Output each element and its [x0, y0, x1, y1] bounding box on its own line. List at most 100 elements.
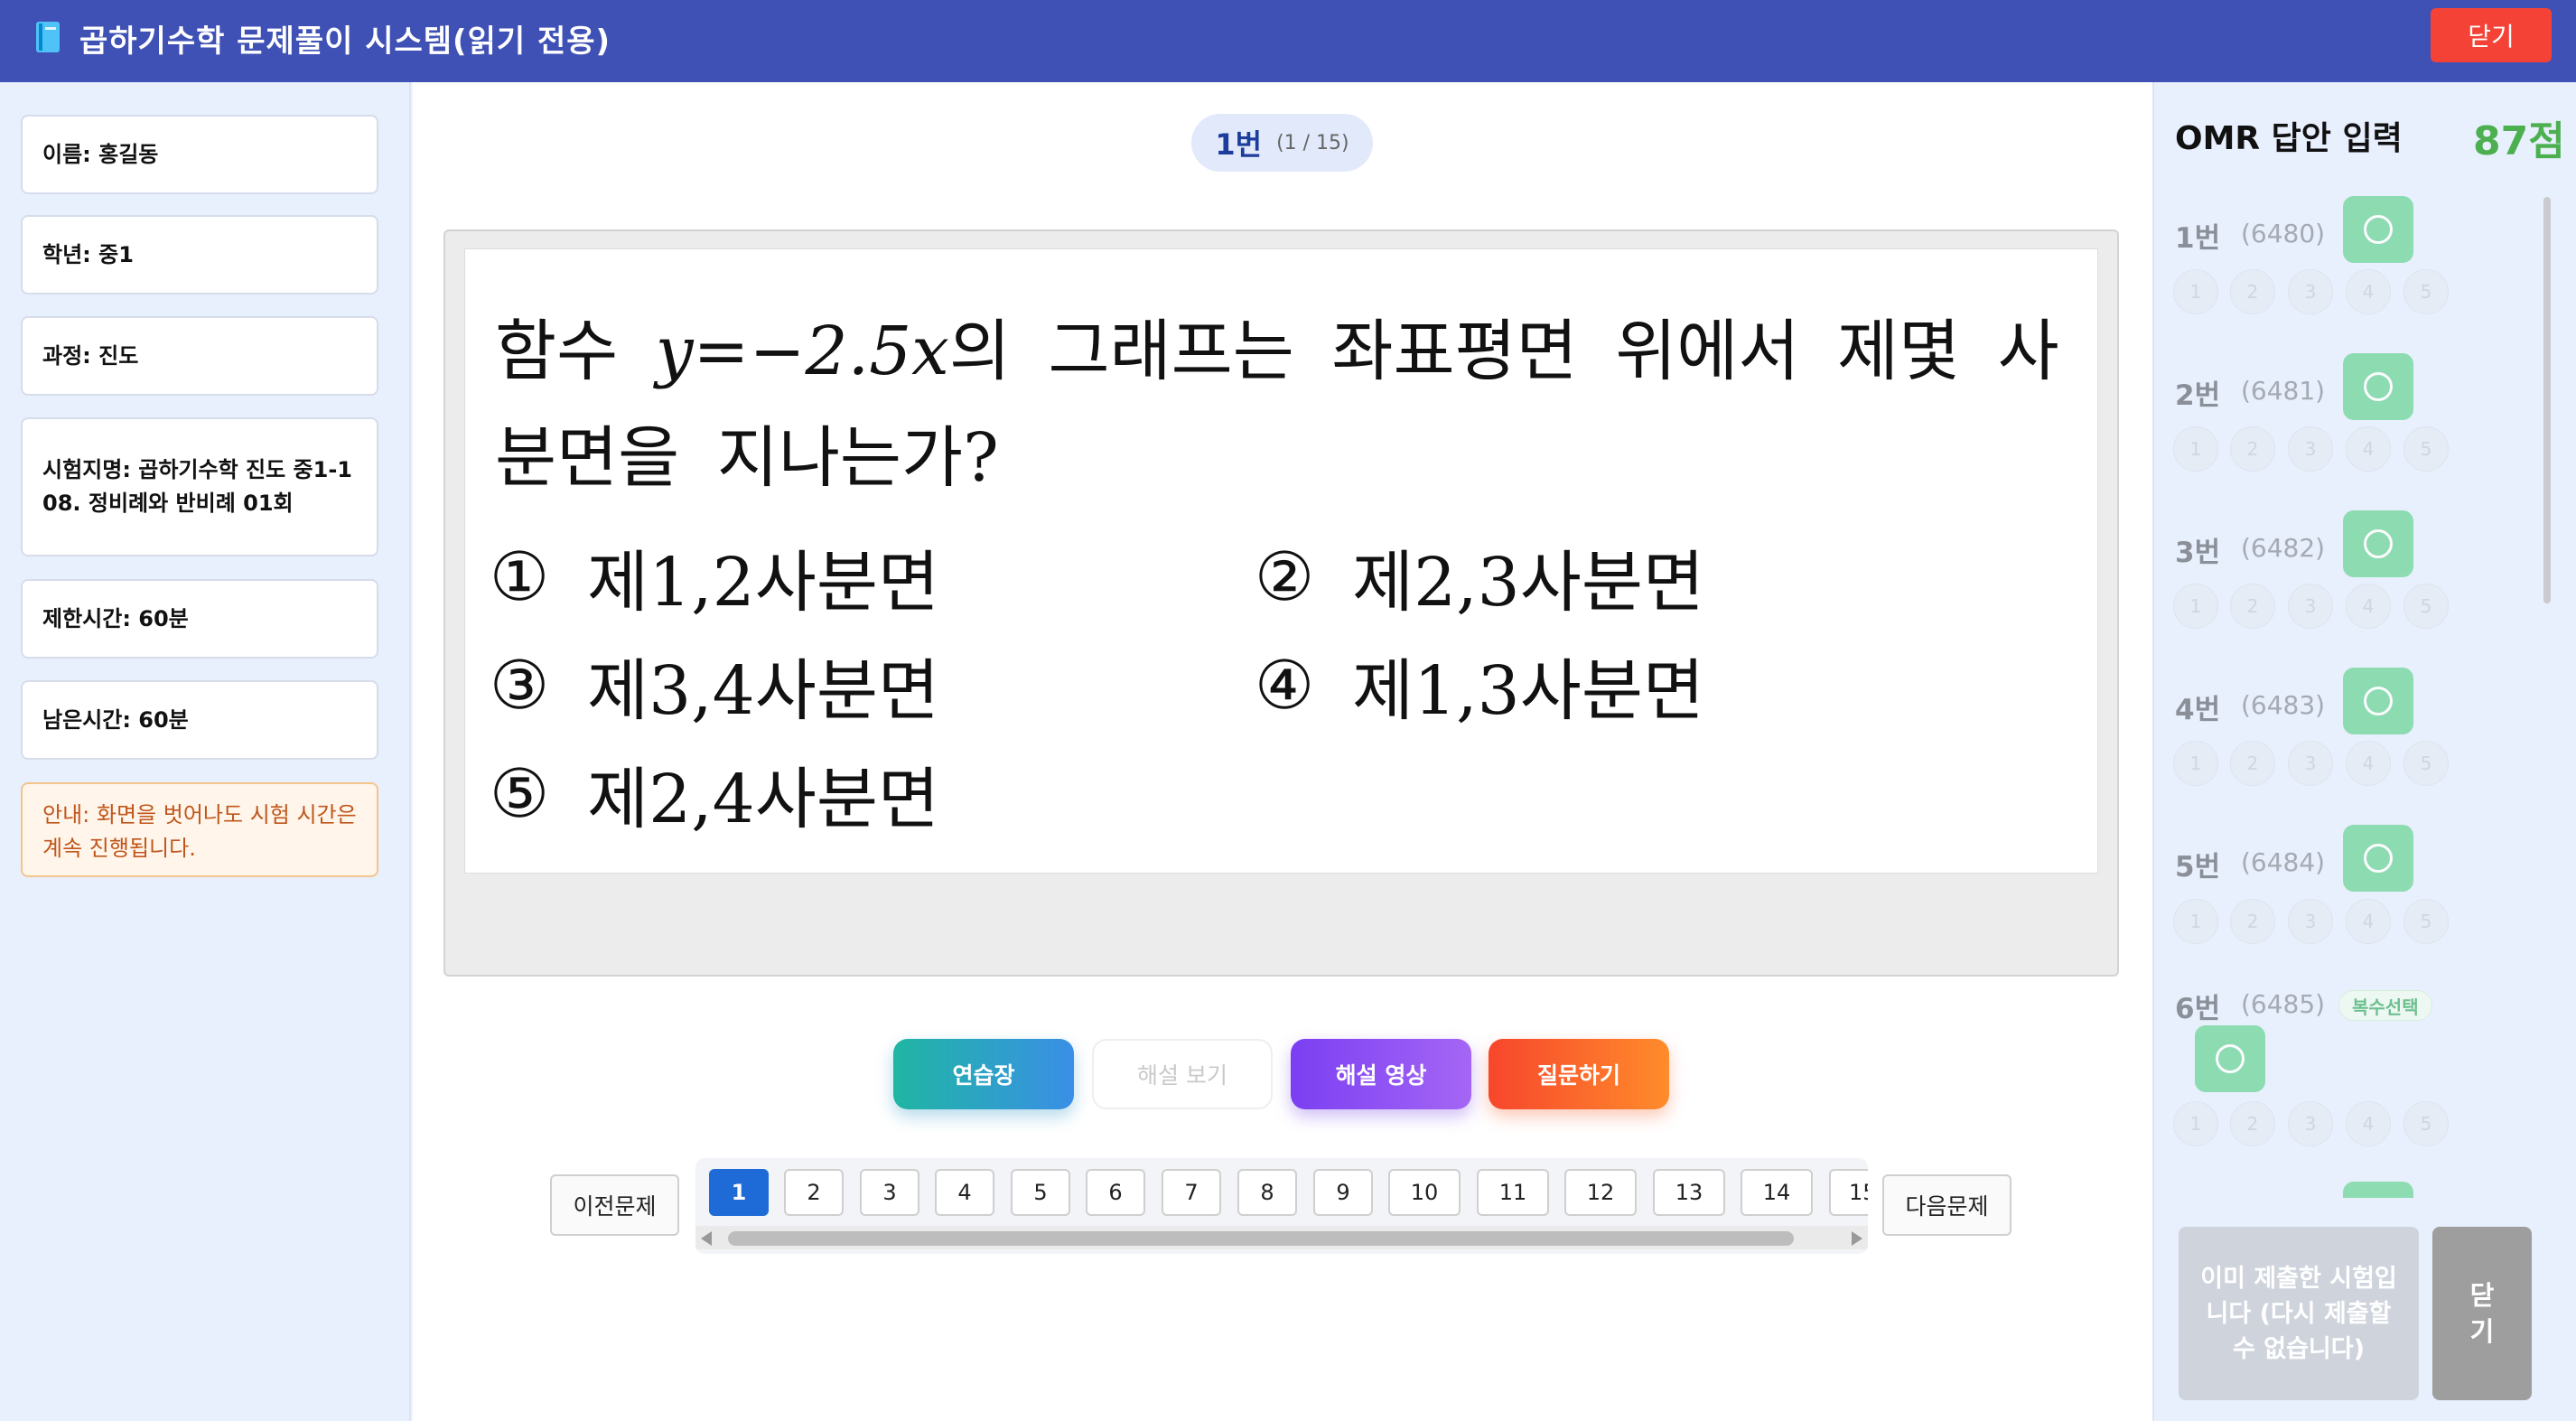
omr-score: 87점: [2473, 118, 2565, 164]
omr-q1-bubble-1[interactable]: 1: [2173, 269, 2218, 314]
choice-2-mark: ②: [1254, 538, 1315, 616]
choice-2: ② 제2,3사분면: [1253, 528, 1704, 625]
omr-q4-bubble-4[interactable]: 4: [2346, 741, 2391, 786]
omr-q6-bubble-5[interactable]: 5: [2403, 1101, 2449, 1146]
page-button-3[interactable]: 3: [860, 1169, 919, 1216]
omr-q6-bubble-2[interactable]: 2: [2230, 1101, 2275, 1146]
omr-q5-bubble-4[interactable]: 4: [2346, 899, 2391, 944]
omr-q2-bubble-2[interactable]: 2: [2230, 426, 2275, 472]
omr-q4-bubble-1[interactable]: 1: [2173, 741, 2218, 786]
omr-q2-bubble-3[interactable]: 3: [2288, 426, 2333, 472]
practice-button[interactable]: 연습장: [893, 1039, 1074, 1109]
omr-q6-bubble-3[interactable]: 3: [2288, 1101, 2333, 1146]
omr-q3-code: (6482): [2241, 533, 2326, 563]
prev-question-button[interactable]: 이전문제: [550, 1174, 679, 1236]
omr-q4-bubble-2[interactable]: 2: [2230, 741, 2275, 786]
exam-name: 시험지명: 곱하기수학 진도 중1-1 08. 정비례와 반비례 01회: [21, 417, 378, 556]
choice-5-text: 제2,4사분면: [587, 761, 940, 838]
pager-scroll-thumb[interactable]: [728, 1231, 1794, 1246]
scroll-right-icon[interactable]: [1852, 1231, 1862, 1246]
omr-q6-answer[interactable]: [2195, 1025, 2265, 1092]
multi-select-badge: 복수선택: [2338, 990, 2432, 1021]
omr-close-button[interactable]: 닫기: [2432, 1227, 2532, 1400]
page-button-11[interactable]: 11: [1477, 1169, 1549, 1216]
answer-ring-icon: [2364, 529, 2393, 558]
already-submitted-button[interactable]: 이미 제출한 시험입니다 (다시 제출할 수 없습니다): [2179, 1227, 2419, 1400]
page-button-9[interactable]: 9: [1313, 1169, 1373, 1216]
omr-q4-code: (6483): [2241, 690, 2326, 720]
omr-q2-bubble-5[interactable]: 5: [2403, 426, 2449, 472]
omr-q4-answer[interactable]: [2343, 668, 2413, 734]
student-grade: 학년: 중1: [21, 215, 378, 294]
header-close-button[interactable]: 닫기: [2431, 8, 2552, 62]
omr-q5-bubble-3[interactable]: 3: [2288, 899, 2333, 944]
page-button-6[interactable]: 6: [1086, 1169, 1145, 1216]
answer-ring-icon: [2364, 687, 2393, 715]
omr-title: OMR 답안 입력: [2175, 120, 2403, 157]
omr-q5-bubble-2[interactable]: 2: [2230, 899, 2275, 944]
answer-ring-icon: [2364, 844, 2393, 873]
page-button-10[interactable]: 10: [1388, 1169, 1461, 1216]
pager-scrollbar[interactable]: [695, 1226, 1868, 1249]
page-button-7[interactable]: 7: [1162, 1169, 1221, 1216]
omr-q2-bubble-1[interactable]: 1: [2173, 426, 2218, 472]
scroll-left-icon[interactable]: [701, 1231, 712, 1246]
choice-4-text: 제1,3사분면: [1352, 652, 1705, 730]
question-progress: (1 / 15): [1276, 131, 1349, 154]
omr-q3-bubble-3[interactable]: 3: [2288, 584, 2333, 629]
omr-q2-bubble-4[interactable]: 4: [2346, 426, 2391, 472]
choice-1-text: 제1,2사분면: [587, 544, 940, 622]
choice-5-mark: ⑤: [489, 754, 550, 833]
omr-q1-bubble-2[interactable]: 2: [2230, 269, 2275, 314]
omr-q1-bubble-3[interactable]: 3: [2288, 269, 2333, 314]
omr-q3-bubble-4[interactable]: 4: [2346, 584, 2391, 629]
omr-scrollbar[interactable]: [2543, 197, 2551, 603]
question-pager: 1 2 3 4 5 6 7 8 9 10 11 12 13 14 15: [695, 1158, 1868, 1254]
omr-q3-bubble-1[interactable]: 1: [2173, 584, 2218, 629]
omr-q5-bubble-5[interactable]: 5: [2403, 899, 2449, 944]
omr-q4-bubble-5[interactable]: 5: [2403, 741, 2449, 786]
course: 과정: 진도: [21, 316, 378, 396]
next-question-button[interactable]: 다음문제: [1882, 1174, 2011, 1236]
omr-q3-label: 3번: [2175, 537, 2221, 569]
omr-q4-bubble-3[interactable]: 3: [2288, 741, 2333, 786]
page-button-2[interactable]: 2: [784, 1169, 844, 1216]
page-button-13[interactable]: 13: [1653, 1169, 1725, 1216]
ask-question-button[interactable]: 질문하기: [1489, 1039, 1669, 1109]
omr-q1-answer[interactable]: [2343, 196, 2413, 263]
choice-4-mark: ④: [1254, 646, 1315, 725]
omr-q3-bubble-5[interactable]: 5: [2403, 584, 2449, 629]
page-button-4[interactable]: 4: [935, 1169, 994, 1216]
page-button-12[interactable]: 12: [1564, 1169, 1637, 1216]
page-button-14[interactable]: 14: [1741, 1169, 1813, 1216]
view-solution-button[interactable]: 해설 보기: [1092, 1039, 1273, 1109]
omr-q3-bubble-2[interactable]: 2: [2230, 584, 2275, 629]
book-icon: [36, 22, 60, 52]
time-remaining: 남은시간: 60분: [21, 680, 378, 760]
omr-q1-bubble-5[interactable]: 5: [2403, 269, 2449, 314]
omr-q6-bubble-4[interactable]: 4: [2346, 1101, 2391, 1146]
omr-q7-answer-partial[interactable]: [2343, 1182, 2413, 1198]
omr-q1-code: (6480): [2241, 219, 2326, 248]
omr-q2-answer[interactable]: [2343, 353, 2413, 420]
omr-q2-label: 2번: [2175, 379, 2221, 412]
omr-q5-bubble-1[interactable]: 1: [2173, 899, 2218, 944]
omr-answer-list[interactable]: 1번 (6480) 1 2 3 4 5 2번 (6481) 1 2 3 4 5 …: [2152, 181, 2550, 1198]
choice-3: ③ 제3,4사분면: [488, 637, 939, 734]
page-button-8[interactable]: 8: [1237, 1169, 1297, 1216]
question-text: 함수 y=−2.5x의 그래프는 좌표평면 위에서 제몇 사분면을 지나는가?: [495, 298, 2067, 511]
page-button-5[interactable]: 5: [1011, 1169, 1070, 1216]
page-button-1[interactable]: 1: [709, 1169, 769, 1216]
page-button-15[interactable]: 15: [1829, 1169, 1868, 1216]
solution-video-button[interactable]: 해설 영상: [1291, 1039, 1471, 1109]
answer-ring-icon: [2216, 1044, 2245, 1073]
omr-q1-bubble-4[interactable]: 4: [2346, 269, 2391, 314]
time-limit: 제한시간: 60분: [21, 579, 378, 659]
choice-4: ④ 제1,3사분면: [1253, 637, 1704, 734]
omr-q5-label: 5번: [2175, 851, 2221, 883]
omr-q3-answer[interactable]: [2343, 510, 2413, 577]
question-formula: y=−2.5x: [655, 313, 949, 390]
omr-q5-answer[interactable]: [2343, 825, 2413, 892]
omr-q6-bubble-1[interactable]: 1: [2173, 1101, 2218, 1146]
notice-box: 안내: 화면을 벗어나도 시험 시간은 계속 진행됩니다.: [21, 782, 378, 877]
